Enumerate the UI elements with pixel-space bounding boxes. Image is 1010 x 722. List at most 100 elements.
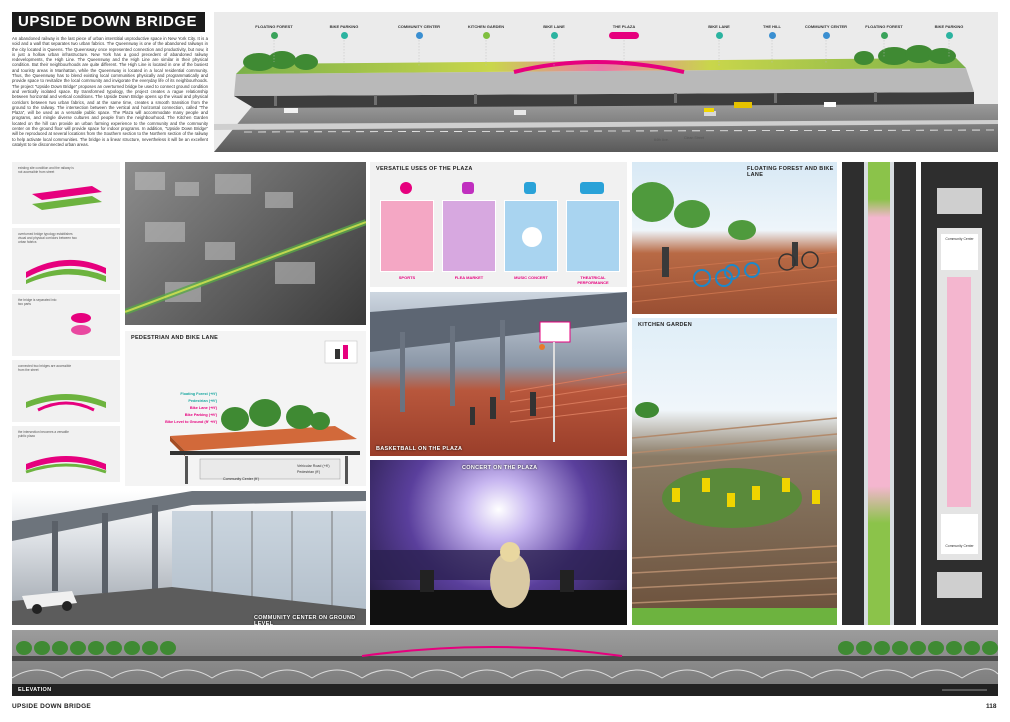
kitchen-garden-render: KITCHEN GARDEN xyxy=(632,318,837,625)
community-illustration xyxy=(12,491,366,625)
forest-bike-render: FLOATING FOREST AND BIKE LANE xyxy=(632,162,837,314)
diagram-graphic xyxy=(32,186,102,210)
concert-plan xyxy=(504,200,558,272)
plaza-use-theatre: THEATRICAL PERFORMANCE xyxy=(566,182,620,285)
sports-court-plan xyxy=(380,200,434,272)
basketball-label: BASKETBALL ON THE PLAZA xyxy=(376,446,463,452)
level-label: Bike Parking (+ft') xyxy=(184,413,217,417)
legend-item: FLOATING FOREST xyxy=(244,24,304,39)
legend-item: BIKE LANE xyxy=(524,24,584,39)
legend-item: BIKE LANE xyxy=(689,24,749,39)
tree-icon xyxy=(270,32,278,39)
diagram-step-2: overturned bridge typology establishes v… xyxy=(12,228,120,290)
plaza-use-concert: MUSIC CONCERT xyxy=(504,182,558,280)
concert-illustration xyxy=(370,542,627,625)
section-right-labels: Vehicular Road (+ft') Pedestrian (ft') xyxy=(297,463,330,475)
aerial-photo xyxy=(125,162,366,325)
plaza-uses-title: VERSATILE USES OF THE PLAZA xyxy=(376,166,473,172)
theatre-icon xyxy=(580,182,604,194)
use-label: SPORTS xyxy=(398,275,416,280)
footer-title: UPSIDE DOWN BRIDGE xyxy=(12,703,92,710)
plan-strip-2: Community Center Community Center xyxy=(921,162,998,625)
level-label: Bike Level to Ground (ft' +ft') xyxy=(165,420,217,424)
diagram-step-1: existing site condition and the railway … xyxy=(12,162,120,224)
diagram-graphic xyxy=(26,259,106,284)
hero-legend: FLOATING FOREST BIKE PARKING COMMUNITY C… xyxy=(214,14,998,39)
legend-item: KITCHEN GARDEN xyxy=(456,24,516,39)
legend-item: BIKE PARKING xyxy=(314,24,374,39)
legend-item: THE HILL xyxy=(742,24,802,39)
diagram-caption: the intersection becomes a versatile pub… xyxy=(18,430,69,438)
diagram-caption: connected two bridges are accessible fro… xyxy=(18,364,72,372)
plaza-use-sports: SPORTS xyxy=(380,182,434,280)
people-icon xyxy=(822,32,830,39)
plaza-uses: VERSATILE USES OF THE PLAZA SPORTS FLEA … xyxy=(370,162,627,287)
theatre-plan xyxy=(566,200,620,272)
plan-program-band xyxy=(868,162,890,625)
diagram-column: existing site condition and the railway … xyxy=(12,162,120,482)
bicycle-icon xyxy=(945,32,953,39)
plaza-use-flea-market: FLEA MARKET xyxy=(442,182,496,280)
section-ped-bike: PEDESTRIAN AND BIKE LANE Floating Forest… xyxy=(125,331,366,486)
flea-market-plan xyxy=(442,200,496,272)
kitchen-illustration xyxy=(632,402,837,625)
concert-render: CONCERT ON THE PLAZA xyxy=(370,460,627,625)
street-label-1: 64th Ave. xyxy=(654,138,669,142)
use-label: THEATRICAL PERFORMANCE xyxy=(577,275,609,285)
legend-item: THE PLAZA xyxy=(594,24,654,39)
diagram-graphic xyxy=(25,456,107,474)
leaf-icon xyxy=(482,32,490,39)
intro-text: An abandoned railway is the last piece o… xyxy=(12,36,208,147)
elevation-drawing xyxy=(12,641,998,696)
people-icon xyxy=(415,32,423,39)
level-label: Floating Forest (+ft') xyxy=(180,392,217,396)
plan-bottom-room: Community Center xyxy=(941,514,978,554)
hill-icon xyxy=(768,32,776,39)
plan-block xyxy=(937,572,982,598)
cart-icon xyxy=(462,182,474,194)
concert-label: CONCERT ON THE PLAZA xyxy=(462,465,538,471)
kitchen-label: KITCHEN GARDEN xyxy=(638,322,693,328)
plan-strip-1 xyxy=(842,162,916,625)
diagram-step-3: the bridge is separated into two parts xyxy=(12,294,120,356)
legend-item: FLOATING FOREST xyxy=(854,24,914,39)
plaza-icons xyxy=(609,32,639,39)
bicycle-icon xyxy=(550,32,558,39)
page-number: 118 xyxy=(986,703,997,710)
ground-label: Community Center (ft') xyxy=(223,477,260,481)
diagram-step-4: connected two bridges are accessible fro… xyxy=(12,360,120,422)
community-center-render: COMMUNITY CENTER ON GROUND LEVEL xyxy=(12,491,366,625)
level-label: Pedestrian (ft') xyxy=(297,470,321,474)
diagram-caption: overturned bridge typology establishes v… xyxy=(18,232,77,244)
use-label: FLEA MARKET xyxy=(454,275,484,280)
tree-icon xyxy=(880,32,888,39)
plan-block xyxy=(937,188,982,214)
basketball-render: BASKETBALL ON THE PLAZA xyxy=(370,292,627,456)
bicycle-icon xyxy=(340,32,348,39)
level-label: Pedestrian (+ft') xyxy=(188,399,217,403)
diagram-graphic xyxy=(26,394,106,412)
diagram-step-5: the intersection becomes a versatile pub… xyxy=(12,426,120,482)
forest-bike-label: FLOATING FOREST AND BIKE LANE xyxy=(747,166,834,178)
music-icon xyxy=(524,182,536,194)
legend-item: BIKE PARKING xyxy=(919,24,979,39)
plan-plaza xyxy=(947,277,971,507)
street-label-2: Clean Street xyxy=(684,136,704,140)
diagram-caption: existing site condition and the railway … xyxy=(18,166,74,174)
page-title: UPSIDE DOWN BRIDGE xyxy=(12,12,205,32)
elevation: ELEVATION xyxy=(12,630,998,696)
section-levels: Floating Forest (+ft') Pedestrian (+ft')… xyxy=(137,391,217,426)
aerial-texture xyxy=(125,172,366,315)
forest-bike-illustration xyxy=(632,182,837,303)
community-label: COMMUNITY CENTER ON GROUND LEVEL xyxy=(254,615,356,625)
diagram-graphic xyxy=(71,313,91,335)
legend-item: COMMUNITY CENTER xyxy=(796,24,856,39)
elevation-label: ELEVATION xyxy=(18,687,52,693)
diagram-caption: the bridge is separated into two parts xyxy=(18,298,57,306)
bicycle-icon xyxy=(715,32,723,39)
plan-top-room: Community Center xyxy=(941,234,978,270)
use-label: MUSIC CONCERT xyxy=(514,275,548,280)
basketball-icon xyxy=(400,182,412,194)
basketball-illustration xyxy=(370,292,627,442)
level-label: Bike Lane (+ft') xyxy=(189,406,217,410)
